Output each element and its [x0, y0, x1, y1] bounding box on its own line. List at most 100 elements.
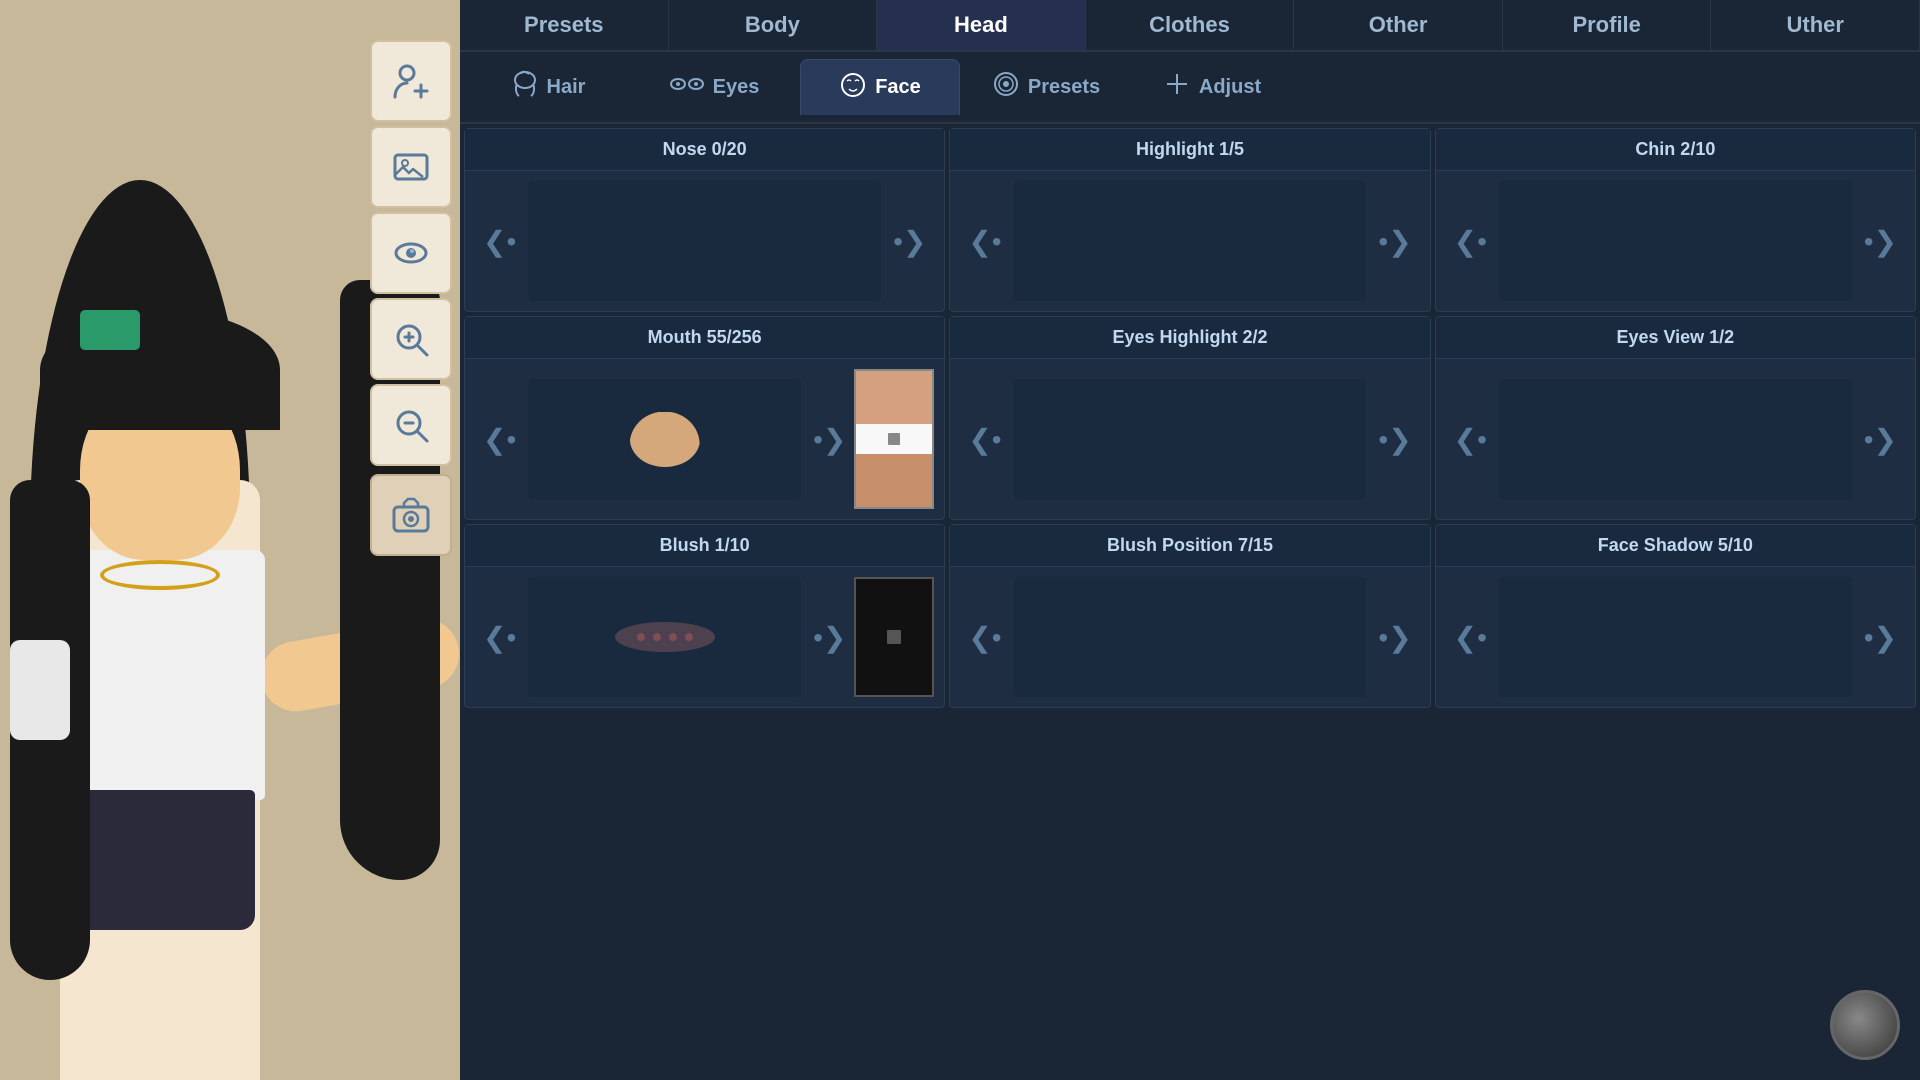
adjust-icon — [1163, 70, 1191, 104]
character-necklace — [100, 560, 220, 590]
eyes-highlight-next-arrow[interactable]: •❯ — [1370, 415, 1419, 464]
nose-preview — [528, 181, 881, 301]
mouth-header: Mouth 55/256 — [465, 317, 944, 359]
blush-dot-3 — [669, 633, 677, 641]
nose-prev-arrow[interactable]: ❮• — [475, 217, 524, 266]
subtab-hair[interactable]: Hair — [468, 59, 628, 115]
subtab-adjust[interactable]: Adjust — [1132, 59, 1292, 115]
highlight-preview — [1014, 181, 1367, 301]
main-content: Hair Eyes Face — [460, 52, 1920, 1080]
chin-preview — [1499, 181, 1852, 301]
subtab-adjust-label: Adjust — [1199, 76, 1261, 99]
eye-view-button[interactable] — [370, 212, 452, 294]
mouth-prev-arrow[interactable]: ❮• — [475, 415, 524, 464]
eyes-view-header: Eyes View 1/2 — [1436, 317, 1915, 359]
face-shadow-prev-arrow[interactable]: ❮• — [1446, 613, 1495, 662]
eyes-view-preview — [1499, 379, 1852, 499]
subtab-presets-label: Presets — [1028, 76, 1100, 99]
blush-body: ❮• •❯ — [465, 567, 944, 707]
blush-next-arrow[interactable]: •❯ — [805, 613, 854, 662]
face-shadow-body: ❮• •❯ — [1436, 567, 1915, 707]
character-hair-top — [40, 310, 280, 430]
nav-tab-body[interactable]: Body — [669, 0, 878, 50]
highlight-next-arrow[interactable]: •❯ — [1370, 217, 1419, 266]
blush-dot-2 — [653, 633, 661, 641]
chin-body: ❮• •❯ — [1436, 171, 1915, 311]
subtab-eyes-label: Eyes — [713, 76, 760, 99]
eyes-highlight-prev-arrow[interactable]: ❮• — [960, 415, 1009, 464]
highlight-body: ❮• •❯ — [950, 171, 1429, 311]
blush-position-preview — [1014, 577, 1367, 697]
image-button[interactable] — [370, 126, 452, 208]
nav-tab-head[interactable]: Head — [877, 0, 1086, 50]
face-shadow-header: Face Shadow 5/10 — [1436, 525, 1915, 567]
camera-button[interactable] — [370, 474, 452, 556]
face-shadow-preview — [1499, 577, 1852, 697]
mouth-body: ❮• •❯ — [465, 359, 944, 519]
mouth-shape — [630, 412, 700, 467]
nav-tab-other[interactable]: Other — [1294, 0, 1503, 50]
mouth-color-middle[interactable] — [856, 424, 932, 454]
character-hair-accent — [80, 310, 140, 350]
zoom-in-button[interactable] — [370, 298, 452, 380]
nose-body: ❮• •❯ — [465, 171, 944, 311]
eyes-view-prev-arrow[interactable]: ❮• — [1446, 415, 1495, 464]
mouth-cell: Mouth 55/256 ❮• •❯ — [464, 316, 945, 520]
blush-position-prev-arrow[interactable]: ❮• — [960, 613, 1009, 662]
blush-position-header: Blush Position 7/15 — [950, 525, 1429, 567]
blush-swatch-handle — [887, 630, 901, 644]
face-options-grid: Nose 0/20 ❮• •❯ Highlight 1/5 ❮• •❯ Chin… — [460, 124, 1920, 1080]
top-navigation: Presets Body Head Clothes Other Profile … — [460, 0, 1920, 52]
chin-next-arrow[interactable]: •❯ — [1856, 217, 1905, 266]
subtab-face[interactable]: Face — [800, 59, 960, 115]
subtab-eyes[interactable]: Eyes — [634, 59, 794, 115]
blush-color-picker[interactable] — [854, 577, 934, 697]
add-user-button[interactable] — [370, 40, 452, 122]
mouth-color-top[interactable] — [856, 371, 932, 424]
subtab-hair-label: Hair — [547, 76, 586, 99]
blush-position-cell: Blush Position 7/15 ❮• •❯ — [949, 524, 1430, 708]
eyes-highlight-header: Eyes Highlight 2/2 — [950, 317, 1429, 359]
nav-tab-clothes[interactable]: Clothes — [1086, 0, 1295, 50]
nav-tab-profile[interactable]: Profile — [1503, 0, 1712, 50]
blush-position-next-arrow[interactable]: •❯ — [1370, 613, 1419, 662]
eyes-view-next-arrow[interactable]: •❯ — [1856, 415, 1905, 464]
character-glove — [10, 640, 70, 740]
blush-preview — [528, 577, 801, 697]
mouth-preview — [528, 379, 801, 499]
highlight-prev-arrow[interactable]: ❮• — [960, 217, 1009, 266]
face-icon — [839, 71, 867, 105]
chin-cell: Chin 2/10 ❮• •❯ — [1435, 128, 1916, 312]
subtab-face-label: Face — [875, 76, 921, 99]
blush-dot-1 — [637, 633, 645, 641]
character-panel — [0, 0, 460, 1080]
zoom-out-button[interactable] — [370, 384, 452, 466]
hair-icon — [511, 70, 539, 104]
nav-tab-uther[interactable]: Uther — [1711, 0, 1920, 50]
chin-header: Chin 2/10 — [1436, 129, 1915, 171]
subtab-presets[interactable]: Presets — [966, 59, 1126, 115]
blush-dot-4 — [685, 633, 693, 641]
character-shorts — [65, 790, 255, 930]
presets-icon — [992, 70, 1020, 104]
mouth-next-arrow[interactable]: •❯ — [805, 415, 854, 464]
mouth-color-picker[interactable] — [854, 369, 934, 509]
blush-position-body: ❮• •❯ — [950, 567, 1429, 707]
face-shadow-next-arrow[interactable]: •❯ — [1856, 613, 1905, 662]
blush-cell: Blush 1/10 ❮• •❯ — [464, 524, 945, 708]
nose-header: Nose 0/20 — [465, 129, 944, 171]
chin-prev-arrow[interactable]: ❮• — [1446, 217, 1495, 266]
mouth-color-bottom[interactable] — [856, 454, 932, 507]
nose-next-arrow[interactable]: •❯ — [885, 217, 934, 266]
swatch-handle — [888, 433, 900, 445]
blush-prev-arrow[interactable]: ❮• — [475, 613, 524, 662]
eyes-view-cell: Eyes View 1/2 ❮• •❯ — [1435, 316, 1916, 520]
eyes-highlight-cell: Eyes Highlight 2/2 ❮• •❯ — [949, 316, 1430, 520]
nav-tab-presets[interactable]: Presets — [460, 0, 669, 50]
eyes-view-body: ❮• •❯ — [1436, 359, 1915, 519]
subtab-bar: Hair Eyes Face — [460, 52, 1920, 124]
eyes-icon — [669, 74, 705, 100]
blush-header: Blush 1/10 — [465, 525, 944, 567]
blush-shape — [615, 622, 715, 652]
circular-badge — [1830, 990, 1900, 1060]
